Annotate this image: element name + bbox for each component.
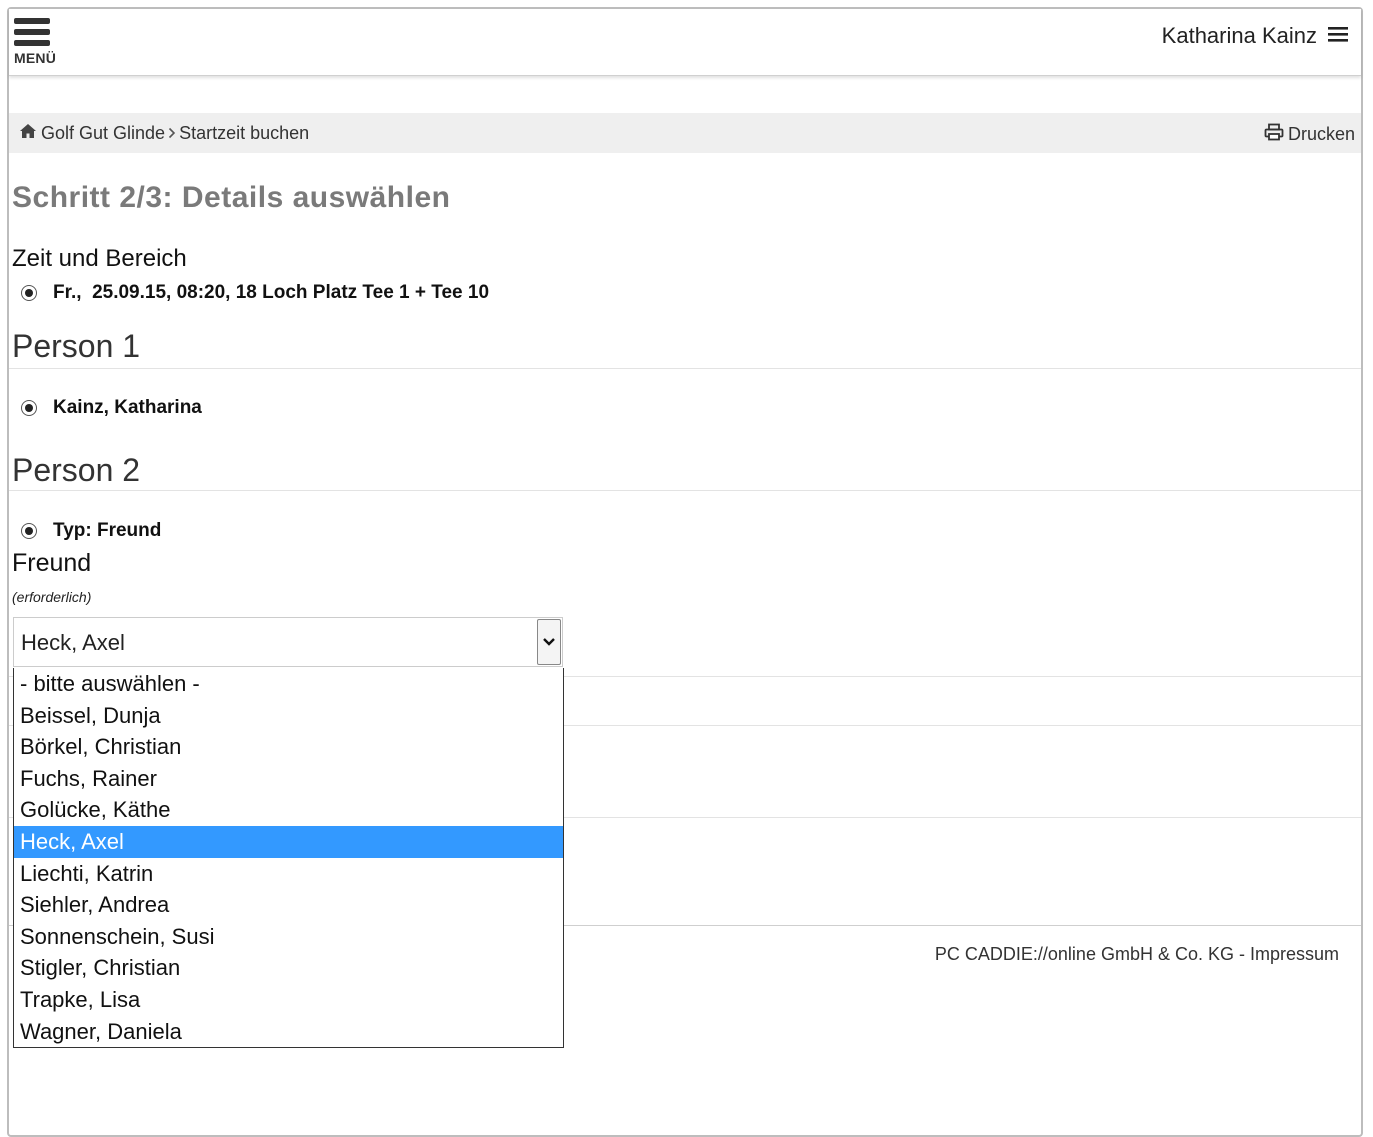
print-icon [1264,123,1284,146]
person2-type-option[interactable]: Typ: Freund [21,520,161,542]
dropdown-option[interactable]: Siehler, Andrea [14,889,563,921]
time-option[interactable]: Fr., 25.09.15, 08:20, 18 Loch Platz Tee … [21,282,489,304]
divider [9,490,1361,491]
dropdown-option[interactable]: Stigler, Christian [14,952,563,984]
dropdown-option[interactable]: Beissel, Dunja [14,700,563,732]
dropdown-option[interactable]: Sonnenschein, Susi [14,921,563,953]
menu-button[interactable]: MENÜ [12,14,62,66]
breadcrumb-bar: Golf Gut Glinde Startzeit buchen Drucken [9,113,1361,153]
dropdown-option[interactable]: Heck, Axel [14,825,563,858]
dropdown-option[interactable]: Liechti, Katrin [14,858,563,890]
dropdown-option[interactable]: Golücke, Käthe [14,794,563,826]
menu-label: MENÜ [14,50,57,66]
dropdown-option[interactable]: - bitte auswählen - [14,668,563,700]
dropdown-option[interactable]: Fuchs, Rainer [14,763,563,795]
footer-company: PC CADDIE://online GmbH & Co. KG [934,944,1234,964]
chevron-right-icon [168,123,176,144]
radio-selected[interactable] [21,285,37,301]
time-option-label: Fr., 25.09.15, 08:20, 18 Loch Platz Tee … [53,282,490,303]
friend-select[interactable]: Heck, Axel [13,617,563,667]
radio-selected[interactable] [21,400,37,416]
footer-separator: - [1233,944,1250,964]
chevron-down-icon[interactable] [537,619,561,665]
breadcrumb-current-page: Startzeit buchen [179,123,310,143]
friend-dropdown-list[interactable]: - bitte auswählen - Beissel, Dunja Börkel,… [13,668,564,1049]
friend-select-value: Heck, Axel [21,630,125,655]
divider [9,368,1361,369]
friend-field-label: Freund [12,549,92,577]
footer: PC CADDIE://online GmbH & Co. KG - Impre… [935,944,1339,965]
breadcrumb-club-link[interactable]: Golf Gut Glinde [41,123,165,144]
radio-selected[interactable] [21,523,37,539]
dropdown-option[interactable]: Wagner, Daniela [14,1016,563,1048]
hamburger-icon [1327,23,1349,49]
person2-heading: Person 2 [12,452,141,488]
print-label: Drucken [1287,124,1355,144]
dropdown-option[interactable]: Trapke, Lisa [14,984,563,1016]
person1-option[interactable]: Kainz, Katharina [21,397,202,419]
home-icon[interactable] [19,123,37,144]
time-section-label: Zeit und Bereich [12,245,187,272]
person2-type-label: Typ: Freund [53,520,162,541]
dropdown-option[interactable]: Börkel, Christian [14,731,563,763]
person1-option-label: Kainz, Katharina [53,397,202,418]
required-note: (erforderlich) [12,589,92,605]
user-name: Katharina Kainz [1161,23,1317,48]
app-frame: MENÜ Katharina Kainz Golf Gut Glinde Sta… [7,7,1363,1137]
user-menu-button[interactable]: Katharina Kainz [1162,23,1349,49]
person1-heading: Person 1 [12,328,141,364]
impressum-link[interactable]: Impressum [1250,944,1339,964]
page-title: Schritt 2/3: Details auswählen [12,181,451,214]
print-button[interactable]: Drucken [1264,123,1355,146]
breadcrumb: Golf Gut Glinde Startzeit buchen [19,123,309,144]
top-bar: MENÜ Katharina Kainz [9,9,1361,76]
